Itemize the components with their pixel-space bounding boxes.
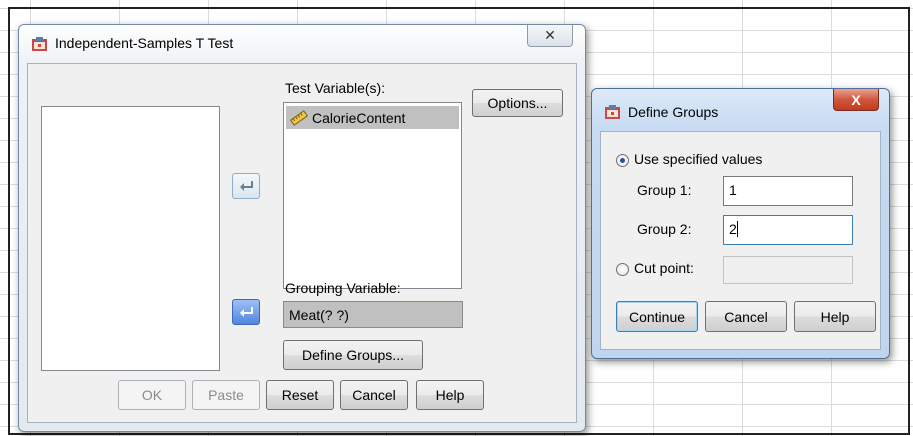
spss-dialog-icon <box>32 37 47 51</box>
use-specified-values-label: Use specified values <box>634 151 763 167</box>
text-cursor <box>736 221 738 237</box>
dialog-body: Test Variable(s): CalorieContent Options… <box>27 63 577 423</box>
continue-button[interactable]: Continue <box>616 301 698 332</box>
list-item[interactable]: CalorieContent <box>286 106 459 129</box>
options-button[interactable]: Options... <box>472 89 563 117</box>
reset-button[interactable]: Reset <box>266 380 334 410</box>
move-to-test-button[interactable] <box>232 173 260 199</box>
grouping-variable-field[interactable]: Meat(? ?) <box>283 301 463 328</box>
group1-label: Group 1: <box>637 182 692 198</box>
define-groups-dialog: Define Groups X Use specified values Gro… <box>591 88 890 359</box>
dialog-body: Use specified values Group 1: 1 Group 2:… <box>600 131 881 350</box>
title-bar: Independent-Samples T Test ✕ <box>19 25 585 63</box>
close-button[interactable]: X <box>833 89 879 111</box>
cut-point-label: Cut point: <box>634 260 694 276</box>
grouping-variable-label: Grouping Variable: <box>285 280 401 296</box>
independent-samples-t-test-dialog: Independent-Samples T Test ✕ Test Variab… <box>18 24 586 432</box>
cancel-button[interactable]: Cancel <box>340 380 408 410</box>
cancel-button[interactable]: Cancel <box>705 301 787 332</box>
group2-label: Group 2: <box>637 221 692 237</box>
cut-point-radio[interactable] <box>616 263 629 276</box>
cut-point-input[interactable] <box>723 256 853 284</box>
ok-button[interactable]: OK <box>118 380 186 410</box>
help-button[interactable]: Help <box>794 301 876 332</box>
ruler-scale-icon <box>290 109 308 126</box>
spss-dialog-icon <box>605 105 620 119</box>
move-arrow-icon <box>240 181 253 191</box>
close-button[interactable]: ✕ <box>527 25 573 47</box>
move-arrow-icon <box>240 307 253 317</box>
dialog-title: Independent-Samples T Test <box>55 35 234 51</box>
test-variables-list[interactable]: CalorieContent <box>283 102 462 289</box>
define-groups-button[interactable]: Define Groups... <box>283 340 423 370</box>
source-variable-list[interactable] <box>41 106 220 371</box>
close-icon: ✕ <box>544 27 556 43</box>
use-specified-values-radio[interactable] <box>616 154 629 167</box>
dialog-title: Define Groups <box>628 104 719 120</box>
paste-button[interactable]: Paste <box>192 380 260 410</box>
group2-input[interactable]: 2 <box>723 215 853 245</box>
title-bar: Define Groups X <box>592 89 889 127</box>
group1-input[interactable]: 1 <box>723 176 853 206</box>
close-icon: X <box>851 91 861 108</box>
move-to-grouping-button[interactable] <box>232 299 260 325</box>
help-button[interactable]: Help <box>416 380 484 410</box>
test-variables-label: Test Variable(s): <box>285 80 386 96</box>
variable-name: CalorieContent <box>312 109 406 126</box>
